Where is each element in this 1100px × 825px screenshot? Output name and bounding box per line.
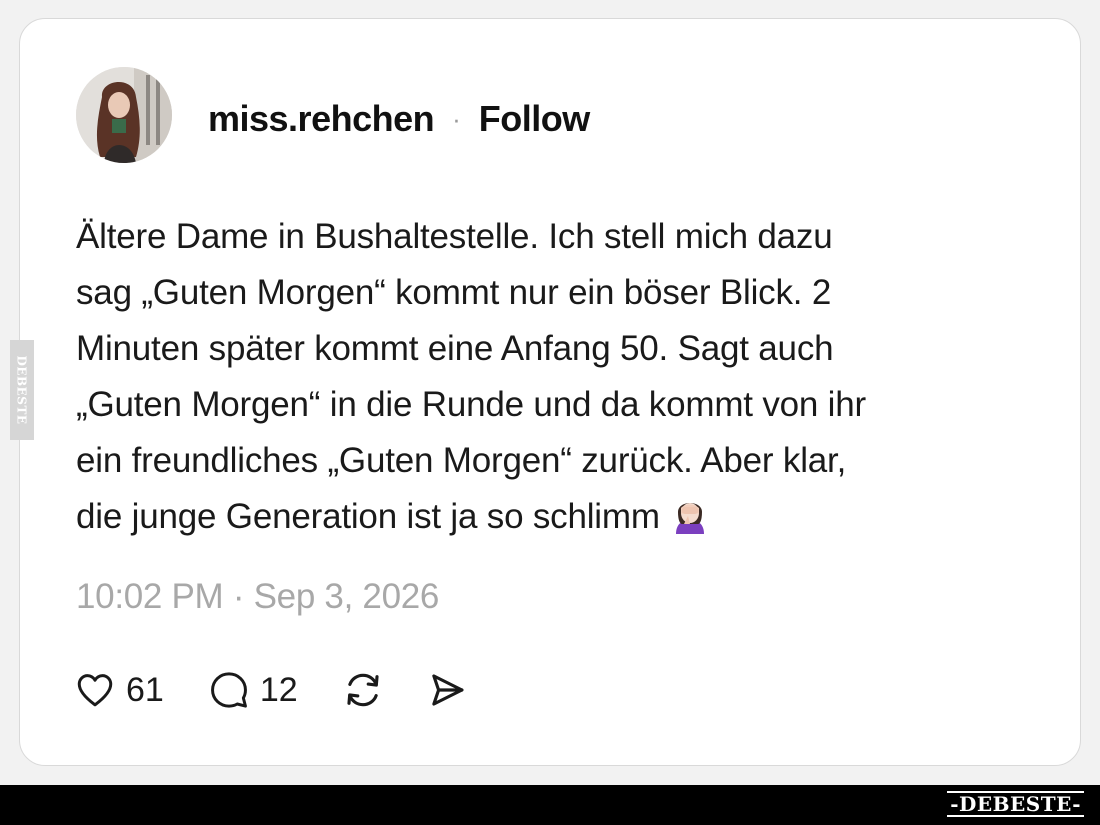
repost-button[interactable] <box>342 669 384 711</box>
repost-icon <box>347 673 379 707</box>
footer-bar: -DEBESTE- <box>0 785 1100 825</box>
post-text-line: Ältere Dame in Bushaltestelle. Ich stell… <box>76 217 833 256</box>
post-text-line: ein freundliches „Guten Morgen“ zurück. … <box>76 441 847 480</box>
post-timestamp[interactable]: 10:02 PM · Sep 3, 2026 <box>76 577 439 617</box>
post-header: miss.rehchen · Follow <box>208 97 590 141</box>
post-body: Ältere Dame in Bushaltestelle. Ich stell… <box>76 209 1016 551</box>
side-watermark-text: DEBESTE <box>15 355 29 425</box>
comment-icon <box>210 672 247 708</box>
page: miss.rehchen · Follow Ältere Dame in Bus… <box>0 0 1100 825</box>
username-link[interactable]: miss.rehchen <box>208 98 435 140</box>
reply-count: 12 <box>259 670 298 709</box>
post-text-line: Minuten später kommt eine Anfang 50. Sag… <box>76 329 834 368</box>
post-text-line: „Guten Morgen“ in die Runde und da kommt… <box>76 385 866 424</box>
share-button[interactable] <box>426 669 468 711</box>
share-icon <box>431 674 464 706</box>
like-button[interactable]: 61 <box>74 669 164 711</box>
post-text-line-last: die junge Generation ist ja so schlimm <box>76 489 1016 551</box>
like-count: 61 <box>126 670 164 709</box>
side-watermark: DEBESTE <box>10 340 34 440</box>
follow-button[interactable]: Follow <box>479 98 590 140</box>
post-text-line: die junge Generation ist ja so schlimm <box>76 497 660 536</box>
heart-icon <box>77 674 113 707</box>
action-bar: 61 12 <box>74 665 468 715</box>
post-text-line: sag „Guten Morgen“ kommt nur ein böser B… <box>76 273 832 312</box>
footer-watermark-logo: -DEBESTE- <box>947 791 1084 817</box>
header-separator: · <box>452 103 461 134</box>
avatar-photo <box>76 67 172 163</box>
facepalm-emoji-icon <box>670 494 710 551</box>
avatar[interactable] <box>76 67 172 163</box>
post-card: miss.rehchen · Follow Ältere Dame in Bus… <box>19 18 1081 766</box>
reply-button[interactable]: 12 <box>208 669 298 711</box>
